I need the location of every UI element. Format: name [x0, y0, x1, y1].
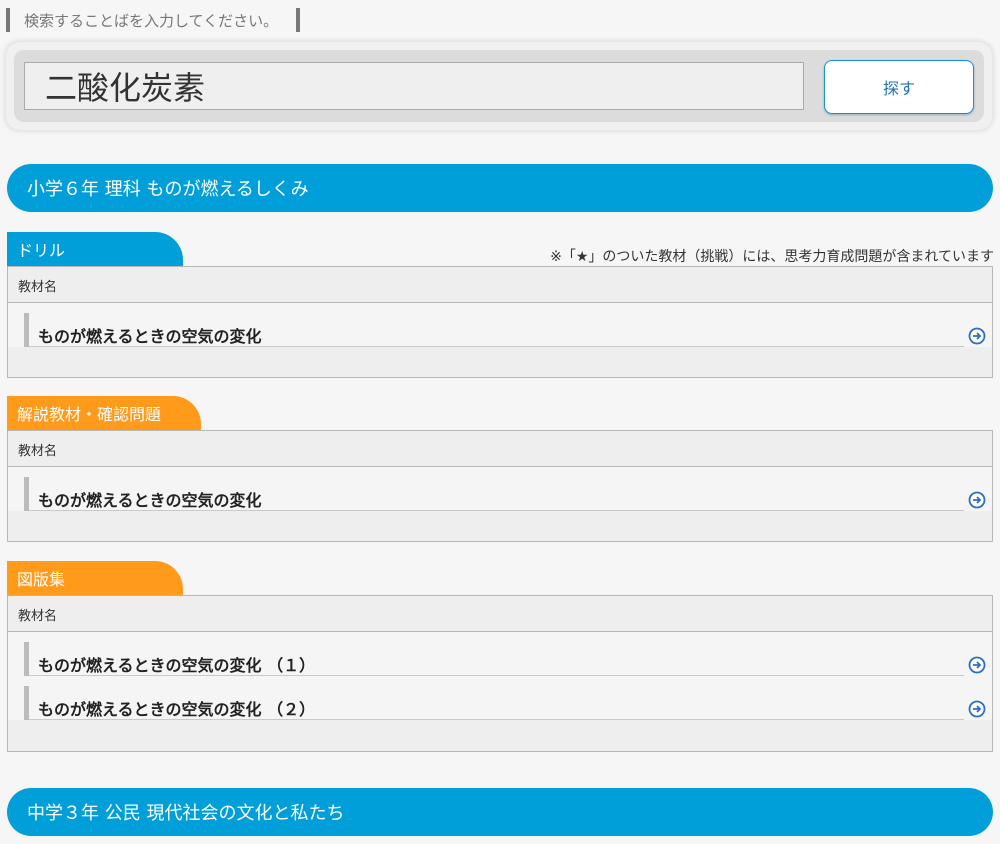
box-footer: [8, 347, 992, 375]
list-item[interactable]: ものが燃えるときの空気の変化 （２）: [8, 676, 992, 720]
list-item[interactable]: ものが燃えるときの空気の変化 （１）: [8, 632, 992, 676]
column-header: 教材名: [8, 596, 992, 632]
box-footer: [8, 720, 992, 748]
arrow-circle-right-icon[interactable]: [968, 327, 986, 345]
item-accent: [24, 477, 29, 511]
search-input[interactable]: [24, 62, 804, 110]
group-heading[interactable]: 小学６年 理科 ものが燃えるしくみ: [7, 164, 993, 212]
item-accent: [24, 642, 29, 676]
label-bar-right: [296, 8, 301, 32]
tab-drill: ドリル: [7, 232, 183, 266]
item-underline: [29, 346, 964, 347]
explanation-box: 教材名 ものが燃えるときの空気の変化: [7, 430, 993, 542]
item-accent: [24, 686, 29, 720]
list-item[interactable]: ものが燃えるときの空気の変化: [8, 467, 992, 511]
figures-box: 教材名 ものが燃えるときの空気の変化 （１） ものが燃えるときの空気の変化 （２…: [7, 595, 993, 752]
search-label-text: 検索することばを入力してください。: [24, 11, 279, 30]
tab-figures: 図版集: [7, 561, 183, 595]
challenge-note: ※「★」のついた教材（挑戦）には、思考力育成問題が含まれています: [550, 249, 994, 265]
tab-explanation: 解説教材・確認問題: [7, 396, 201, 430]
group-heading[interactable]: 中学３年 公民 現代社会の文化と私たち: [7, 788, 993, 836]
search-button[interactable]: 探す: [824, 60, 974, 114]
item-underline: [29, 719, 964, 720]
box-footer: [8, 511, 992, 539]
item-title: ものが燃えるときの空気の変化 （２）: [38, 700, 316, 719]
column-header: 教材名: [8, 431, 992, 467]
column-header: 教材名: [8, 267, 992, 303]
arrow-circle-right-icon[interactable]: [968, 491, 986, 509]
item-accent: [24, 313, 29, 347]
arrow-circle-right-icon[interactable]: [968, 700, 986, 718]
item-title: ものが燃えるときの空気の変化: [38, 327, 262, 346]
search-inner: 探す: [14, 50, 984, 122]
arrow-circle-right-icon[interactable]: [968, 656, 986, 674]
search-label: 検索することばを入力してください。: [6, 8, 301, 32]
item-title: ものが燃えるときの空気の変化 （１）: [38, 656, 316, 675]
item-title: ものが燃えるときの空気の変化: [38, 491, 262, 510]
list-item[interactable]: ものが燃えるときの空気の変化: [8, 303, 992, 347]
item-underline: [29, 510, 964, 511]
drill-box: 教材名 ものが燃えるときの空気の変化: [7, 266, 993, 378]
search-panel: 探す: [6, 42, 992, 130]
